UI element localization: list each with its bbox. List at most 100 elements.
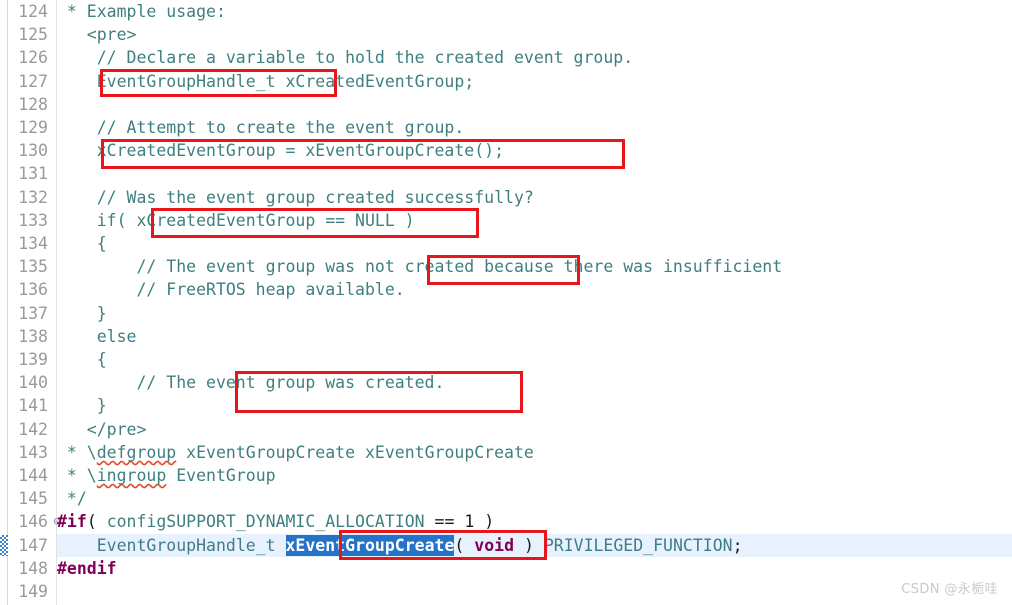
- line-number: 127: [18, 71, 48, 91]
- code-text[interactable]: // Was the event group created successfu…: [57, 186, 534, 209]
- code-token: </pre>: [57, 419, 147, 439]
- line-number: 145: [18, 489, 48, 509]
- code-token: // Attempt to create the event group.: [57, 118, 465, 137]
- code-line[interactable]: 130 xCreatedEventGroup = xEventGroupCrea…: [0, 139, 1012, 162]
- code-token: ): [474, 512, 495, 532]
- code-line[interactable]: 129 // Attempt to create the event group…: [0, 116, 1012, 139]
- line-number: 126: [18, 48, 48, 68]
- code-line[interactable]: 134 {: [0, 232, 1012, 255]
- code-text[interactable]: // The event group was created.: [57, 371, 444, 394]
- code-token: {: [57, 350, 107, 369]
- code-line[interactable]: 149: [0, 580, 1012, 603]
- line-number: 136: [18, 280, 48, 300]
- code-text[interactable]: EventGroupHandle_t xEventGroupCreate( vo…: [57, 534, 743, 557]
- code-token: <pre>: [57, 25, 137, 45]
- code-token: * Example usage:: [57, 2, 226, 21]
- code-line[interactable]: 139 {: [0, 348, 1012, 371]
- code-token: // FreeRTOS heap available.: [57, 280, 405, 300]
- code-line[interactable]: 126 // Declare a variable to hold the cr…: [0, 46, 1012, 69]
- code-text[interactable]: <pre>: [57, 23, 137, 46]
- code-token: PRIVILEGED_FUNCTION: [543, 535, 733, 555]
- line-number: 134: [18, 234, 48, 253]
- code-line[interactable]: 145 */: [0, 487, 1012, 510]
- code-token: EventGroupHandle_t: [96, 535, 276, 555]
- code-line[interactable]: 148 #endif: [0, 557, 1012, 580]
- code-token: ;: [732, 535, 743, 555]
- code-token: (: [454, 535, 475, 555]
- csdn-watermark: CSDN @永栀哇: [901, 582, 998, 597]
- code-token: (: [86, 512, 107, 532]
- code-token: void: [474, 535, 515, 555]
- code-line[interactable]: 131: [0, 162, 1012, 185]
- code-text[interactable]: // Attempt to create the event group.: [57, 116, 465, 139]
- code-text[interactable]: {: [57, 348, 107, 371]
- code-token: ): [514, 535, 544, 555]
- code-line[interactable]: 133 if( xCreatedEventGroup == NULL ): [0, 209, 1012, 232]
- code-line[interactable]: 136 // FreeRTOS heap available.: [0, 278, 1012, 301]
- code-token: xEventGroupCreate: [285, 534, 455, 556]
- code-token: ==: [424, 512, 465, 532]
- line-number: 133: [18, 210, 48, 230]
- code-editor[interactable]: 124 * Example usage: 125 <pre> 126 // Decl…: [0, 0, 1012, 605]
- code-token: */: [57, 489, 87, 509]
- code-line[interactable]: 141 }: [0, 394, 1012, 417]
- code-token: // The event group was created.: [57, 373, 445, 393]
- code-text[interactable]: // FreeRTOS heap available.: [57, 278, 405, 301]
- code-line[interactable]: 146 ⊖ #if( configSUPPORT_DYNAMIC_ALLOCATIO…: [0, 510, 1012, 533]
- code-line[interactable]: 144 * \ingroup EventGroup: [0, 464, 1012, 487]
- line-number: 144: [18, 466, 48, 485]
- code-text[interactable]: * \ingroup EventGroup: [57, 464, 276, 487]
- line-number: 149: [18, 582, 48, 601]
- code-token: // Declare a variable to hold the create…: [57, 48, 634, 68]
- line-number: 135: [18, 257, 48, 277]
- code-line[interactable]: 147 EventGroupHandle_t xEventGroupCreate…: [0, 533, 1012, 557]
- line-number: 143: [18, 442, 48, 462]
- code-text[interactable]: {: [57, 232, 107, 255]
- line-number: 130: [18, 141, 48, 161]
- code-token: {: [57, 234, 107, 253]
- code-line[interactable]: 128: [0, 93, 1012, 116]
- code-line[interactable]: 135 // The event group was not created b…: [0, 255, 1012, 278]
- code-line[interactable]: 124 * Example usage:: [0, 0, 1012, 23]
- code-token: }: [57, 303, 107, 323]
- spell-squiggle: defgroup: [96, 442, 177, 462]
- code-text[interactable]: // Declare a variable to hold the create…: [57, 46, 633, 69]
- code-text[interactable]: }: [57, 394, 107, 417]
- code-token: * \defgroup xEventGroupCreate xEventGrou…: [57, 442, 534, 462]
- code-token: else: [57, 326, 137, 346]
- line-number: 139: [18, 350, 48, 369]
- line-number: 137: [18, 303, 48, 323]
- code-text[interactable]: // The event group was not created becau…: [57, 255, 782, 278]
- code-text[interactable]: * \defgroup xEventGroupCreate xEventGrou…: [57, 441, 534, 464]
- code-token: #if: [57, 512, 87, 532]
- code-text[interactable]: }: [57, 302, 107, 325]
- code-token: 1: [464, 512, 475, 532]
- code-line[interactable]: 142 </pre>: [0, 418, 1012, 441]
- code-line[interactable]: 138 else: [0, 325, 1012, 348]
- code-text[interactable]: #if( configSUPPORT_DYNAMIC_ALLOCATION ==…: [57, 510, 494, 533]
- line-number: 124: [18, 2, 48, 21]
- code-text[interactable]: * Example usage:: [57, 0, 226, 23]
- code-text[interactable]: */: [57, 487, 87, 510]
- code-token: }: [57, 396, 107, 416]
- code-line[interactable]: 125 <pre>: [0, 23, 1012, 46]
- line-number: 132: [18, 187, 48, 207]
- code-line[interactable]: 137 }: [0, 302, 1012, 325]
- code-text[interactable]: </pre>: [57, 418, 147, 441]
- code-text[interactable]: xCreatedEventGroup = xEventGroupCreate()…: [57, 139, 504, 162]
- code-text[interactable]: EventGroupHandle_t xCreatedEventGroup;: [57, 70, 475, 93]
- code-line[interactable]: 132 // Was the event group created succe…: [0, 186, 1012, 209]
- line-number: 129: [18, 118, 48, 137]
- line-number: 142: [18, 419, 48, 439]
- code-token: EventGroupHandle_t xCreatedEventGroup;: [57, 71, 475, 91]
- code-line[interactable]: 127 EventGroupHandle_t xCreatedEventGrou…: [0, 70, 1012, 93]
- code-token: configSUPPORT_DYNAMIC_ALLOCATION: [106, 512, 425, 532]
- line-number: 128: [18, 94, 48, 114]
- code-line[interactable]: 140 // The event group was created.: [0, 371, 1012, 394]
- code-line[interactable]: 143 * \defgroup xEventGroupCreate xEvent…: [0, 441, 1012, 464]
- code-text[interactable]: if( xCreatedEventGroup == NULL ): [57, 209, 415, 232]
- code-text[interactable]: else: [57, 325, 137, 348]
- code-text[interactable]: #endif: [57, 557, 117, 580]
- line-number: 141: [18, 396, 48, 416]
